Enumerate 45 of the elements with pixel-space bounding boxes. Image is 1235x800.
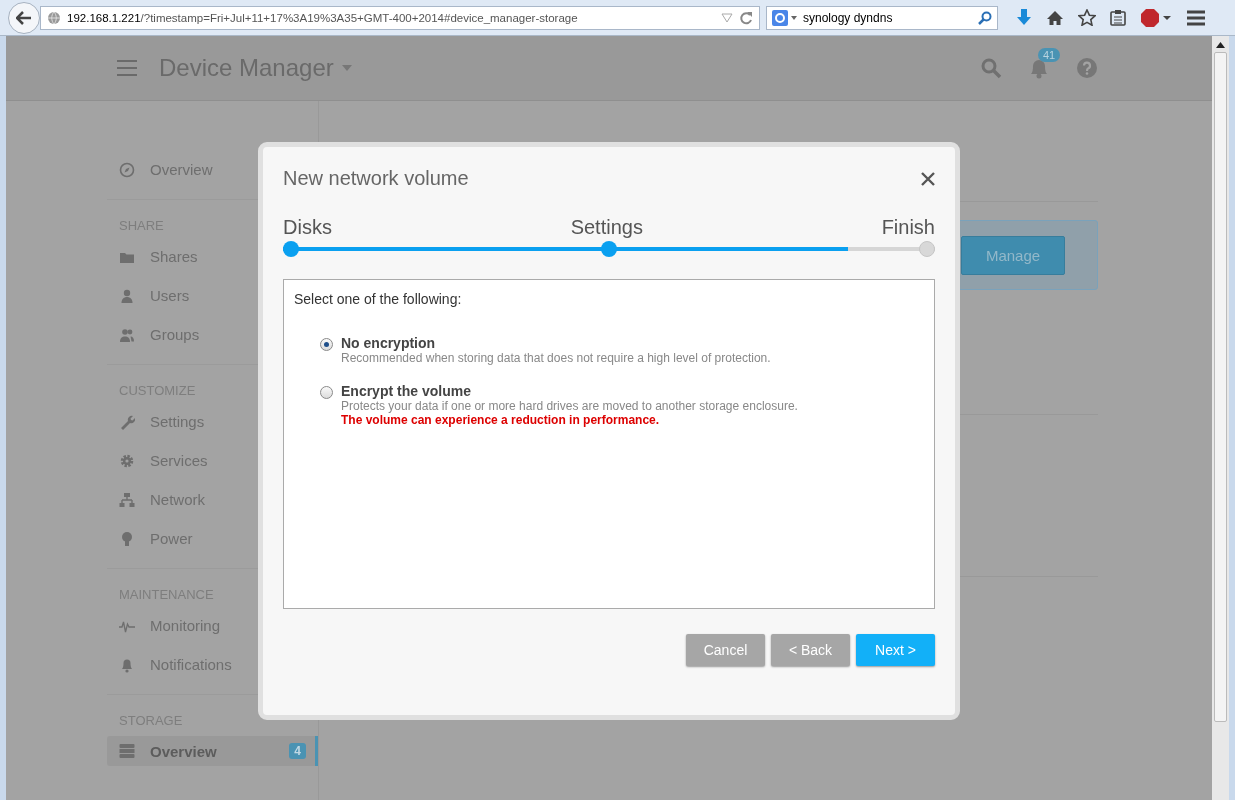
search-engine-icon[interactable]	[772, 9, 798, 26]
sidebar-icon	[119, 491, 135, 508]
download-icon[interactable]	[1016, 8, 1032, 27]
menu-icon[interactable]	[1186, 8, 1206, 27]
dialog-button[interactable]: Cancel	[686, 634, 765, 666]
dialog-title: New network volume	[283, 167, 469, 190]
manage-button[interactable]: Manage	[961, 235, 1065, 275]
option-description: Protects your data if one or more hard drives are moved to another storage enclosure.	[341, 399, 798, 413]
sidebar-icon	[119, 743, 135, 759]
clipboard-icon[interactable]	[1110, 9, 1126, 26]
close-icon	[921, 171, 935, 186]
option-label[interactable]: Encrypt the volume	[341, 383, 798, 399]
search-icon[interactable]	[978, 10, 992, 25]
back-button[interactable]	[8, 1, 40, 34]
dialog-button[interactable]: < Back	[771, 634, 850, 666]
globe-icon	[47, 10, 61, 25]
radio-button[interactable]	[320, 338, 333, 351]
step-label: Disks	[283, 216, 332, 239]
sidebar-icon	[119, 326, 135, 343]
search-field[interactable]: synology dyndns	[766, 5, 998, 30]
step-label: Settings	[570, 216, 643, 239]
count-badge: 4	[289, 743, 306, 759]
sidebar-icon	[119, 161, 135, 178]
sidebar-item[interactable]: Overview 4	[107, 736, 318, 766]
step-label: Finish	[881, 216, 935, 239]
notification-count: 41	[1038, 48, 1061, 62]
option-description: Recommended when storing data that does not require a high level of protection.	[341, 351, 771, 365]
reload-icon[interactable]	[739, 10, 753, 25]
prompt-text: Select one of the following:	[294, 291, 463, 307]
home-icon[interactable]	[1046, 9, 1064, 26]
sidebar-icon	[119, 287, 135, 304]
sidebar-icon	[119, 413, 135, 430]
address-bar[interactable]: 192.168.1.221/?timestamp=Fri+Jul+11+17%3A19%3A35+GMT-400+2014#device_manager-storage	[40, 5, 760, 30]
scrollbar-thumb[interactable]	[1214, 52, 1227, 722]
radio-button[interactable]	[320, 386, 333, 399]
option-label[interactable]: No encryption	[341, 335, 771, 351]
scroll-up-icon[interactable]	[1216, 42, 1225, 48]
sidebar-icon	[119, 452, 135, 469]
next-button[interactable]: Next >	[856, 634, 935, 666]
back-arrow-icon	[16, 10, 32, 25]
star-icon[interactable]	[1078, 9, 1096, 26]
dropdown-icon[interactable]	[721, 12, 733, 23]
close-button[interactable]	[921, 171, 935, 186]
sidebar-icon	[119, 530, 135, 547]
warning-text: The volume can experience a reduction in performance.	[341, 413, 661, 427]
